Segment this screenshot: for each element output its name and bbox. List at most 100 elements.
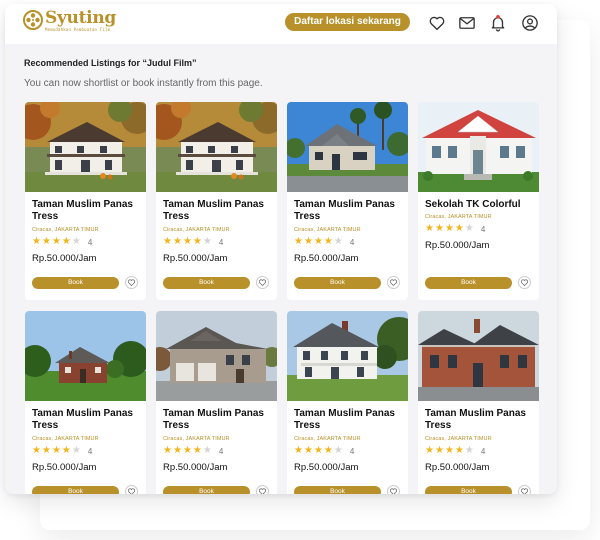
listing-price: Rp.50.000/Jam: [425, 462, 490, 473]
listing-rating: ★ ★ ★ ★ ★ 4: [32, 446, 92, 456]
house-photo: [156, 102, 277, 192]
listing-card[interactable]: Taman Muslim Panas Tress Ciracas, JAKART…: [25, 311, 146, 494]
listing-photo[interactable]: [156, 102, 277, 192]
rating-value: 4: [480, 224, 486, 234]
shortlist-button[interactable]: [256, 485, 269, 494]
listing-location: Ciracas, JAKARTA TIMUR: [425, 436, 492, 442]
listing-card[interactable]: Taman Muslim Panas Tress Ciracas, JAKART…: [156, 311, 277, 494]
listing-photo[interactable]: [25, 102, 146, 192]
book-button[interactable]: Book: [32, 486, 119, 494]
listing-title[interactable]: Taman Muslim Panas Tress: [425, 408, 535, 431]
book-button[interactable]: Book: [425, 277, 512, 289]
book-button[interactable]: Book: [163, 486, 250, 494]
shortlist-button[interactable]: [387, 276, 400, 289]
listing-title[interactable]: Taman Muslim Panas Tress: [163, 408, 273, 431]
rating-value: 4: [87, 446, 93, 456]
listing-title[interactable]: Taman Muslim Panas Tress: [294, 199, 404, 222]
star-icon: ★: [294, 236, 303, 247]
heart-icon: [389, 488, 398, 494]
listing-card[interactable]: Taman Muslim Panas Tress Ciracas, JAKART…: [156, 102, 277, 300]
star-icon: ★: [51, 445, 61, 456]
house-photo: [418, 311, 539, 401]
book-button[interactable]: Book: [294, 486, 381, 494]
mail-icon: [459, 17, 475, 29]
star-icon: ★: [32, 445, 41, 456]
listing-location: Ciracas, JAKARTA TIMUR: [32, 436, 99, 442]
listing-title[interactable]: Taman Muslim Panas Tress: [32, 408, 142, 431]
rating-value: 4: [218, 237, 224, 247]
listing-title[interactable]: Sekolah TK Colorful: [425, 199, 535, 211]
listing-price: Rp.50.000/Jam: [32, 253, 97, 264]
house-photo: [287, 102, 408, 192]
star-icon: ★: [182, 445, 192, 456]
book-button[interactable]: Book: [425, 486, 512, 494]
section-title: Recommended Listings for “Judul Film”: [24, 58, 197, 68]
listing-photo[interactable]: [25, 311, 146, 401]
listing-card[interactable]: Taman Muslim Panas Tress Ciracas, JAKART…: [287, 311, 408, 494]
logo-wordmark: Syuting: [45, 8, 116, 28]
listing-rating: ★ ★ ★ ★ ★ 4: [294, 446, 354, 456]
shortlist-button[interactable]: [125, 276, 138, 289]
star-icon: ★: [294, 445, 303, 456]
book-button[interactable]: Book: [294, 277, 381, 289]
register-location-button[interactable]: Daftar lokasi sekarang: [285, 13, 410, 31]
film-reel-icon: [23, 10, 43, 30]
shortlist-button[interactable]: [387, 485, 400, 494]
star-icon: ★: [434, 445, 444, 456]
star-icon: ★: [425, 223, 434, 234]
brand-logo[interactable]: Syuting Memudahkan Pembuatan Film: [23, 8, 116, 32]
star-icon: ★: [323, 236, 333, 247]
listing-price: Rp.50.000/Jam: [163, 462, 228, 473]
listing-card[interactable]: Taman Muslim Panas Tress Ciracas, JAKART…: [287, 102, 408, 300]
listing-location: Ciracas, JAKARTA TIMUR: [163, 436, 230, 442]
listing-photo[interactable]: [418, 311, 539, 401]
shortlist-button[interactable]: [256, 276, 269, 289]
listing-photo[interactable]: [287, 102, 408, 192]
profile-button[interactable]: [521, 14, 539, 32]
heart-icon: [389, 279, 398, 287]
star-icon: ★: [192, 236, 202, 247]
star-icon: ★: [71, 236, 81, 247]
listing-photo[interactable]: [287, 311, 408, 401]
house-photo: [25, 311, 146, 401]
listing-card[interactable]: Sekolah TK Colorful Ciracas, JAKARTA TIM…: [418, 102, 539, 300]
star-icon: ★: [172, 236, 182, 247]
book-button[interactable]: Book: [32, 277, 119, 289]
listing-photo[interactable]: [156, 311, 277, 401]
listing-location: Ciracas, JAKARTA TIMUR: [32, 227, 99, 233]
messages-button[interactable]: [458, 14, 476, 32]
rating-value: 4: [480, 446, 486, 456]
heart-icon: [520, 279, 529, 287]
favorites-button[interactable]: [428, 14, 446, 32]
star-icon: ★: [32, 236, 41, 247]
house-photo: [287, 311, 408, 401]
house-photo: [25, 102, 146, 192]
listing-card[interactable]: Taman Muslim Panas Tress Ciracas, JAKART…: [418, 311, 539, 494]
house-photo: [418, 102, 539, 192]
heart-icon: [258, 488, 267, 494]
listing-photo[interactable]: [418, 102, 539, 192]
star-icon: ★: [313, 236, 323, 247]
star-icon: ★: [61, 236, 71, 247]
book-button[interactable]: Book: [163, 277, 250, 289]
shortlist-button[interactable]: [125, 485, 138, 494]
notifications-button[interactable]: [489, 14, 507, 32]
shortlist-button[interactable]: [518, 485, 531, 494]
rating-value: 4: [87, 237, 93, 247]
rating-value: 4: [349, 446, 355, 456]
listing-title[interactable]: Taman Muslim Panas Tress: [163, 199, 273, 222]
star-icon: ★: [172, 445, 182, 456]
star-icon: ★: [464, 223, 474, 234]
top-navbar: Syuting Memudahkan Pembuatan Film Daftar…: [5, 4, 557, 44]
star-icon: ★: [464, 445, 474, 456]
star-icon: ★: [434, 223, 444, 234]
heart-icon: [520, 488, 529, 494]
listing-card[interactable]: Taman Muslim Panas Tress Ciracas, JAKART…: [25, 102, 146, 300]
listing-title[interactable]: Taman Muslim Panas Tress: [294, 408, 404, 431]
star-icon: ★: [313, 445, 323, 456]
listing-location: Ciracas, JAKARTA TIMUR: [294, 436, 361, 442]
star-icon: ★: [41, 445, 51, 456]
rating-value: 4: [349, 237, 355, 247]
listing-title[interactable]: Taman Muslim Panas Tress: [32, 199, 142, 222]
shortlist-button[interactable]: [518, 276, 531, 289]
